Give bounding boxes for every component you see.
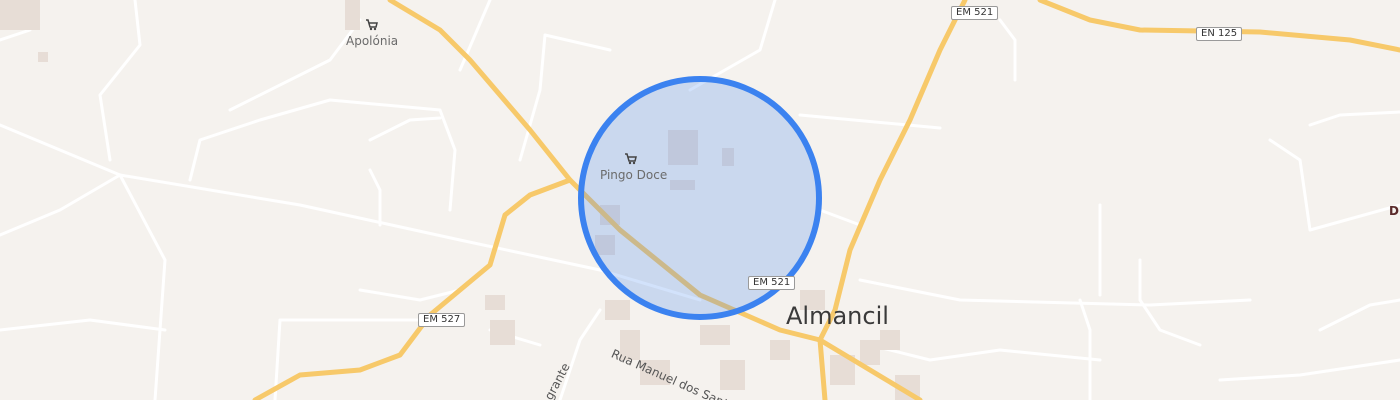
place-label-pingo-doce[interactable]: Pingo Doce [600,168,667,182]
map-canvas [0,0,1400,400]
town-label-almancil[interactable]: Almancil [786,302,889,330]
road-shield-em521: EM 521 [951,6,999,20]
shopping-cart-icon[interactable] [366,19,378,31]
map-view[interactable]: Apolónia Pingo Doce Almancil D EM 521 EN… [0,0,1400,400]
road-shield-em527: EM 527 [418,313,466,327]
road-shield-em521-mid: EM 521 [748,276,796,290]
major-roads [252,0,1400,400]
place-label-apolonia[interactable]: Apolónia [346,34,398,48]
road-shield-en125: EN 125 [1196,27,1243,41]
edge-place-label: D [1389,204,1399,218]
